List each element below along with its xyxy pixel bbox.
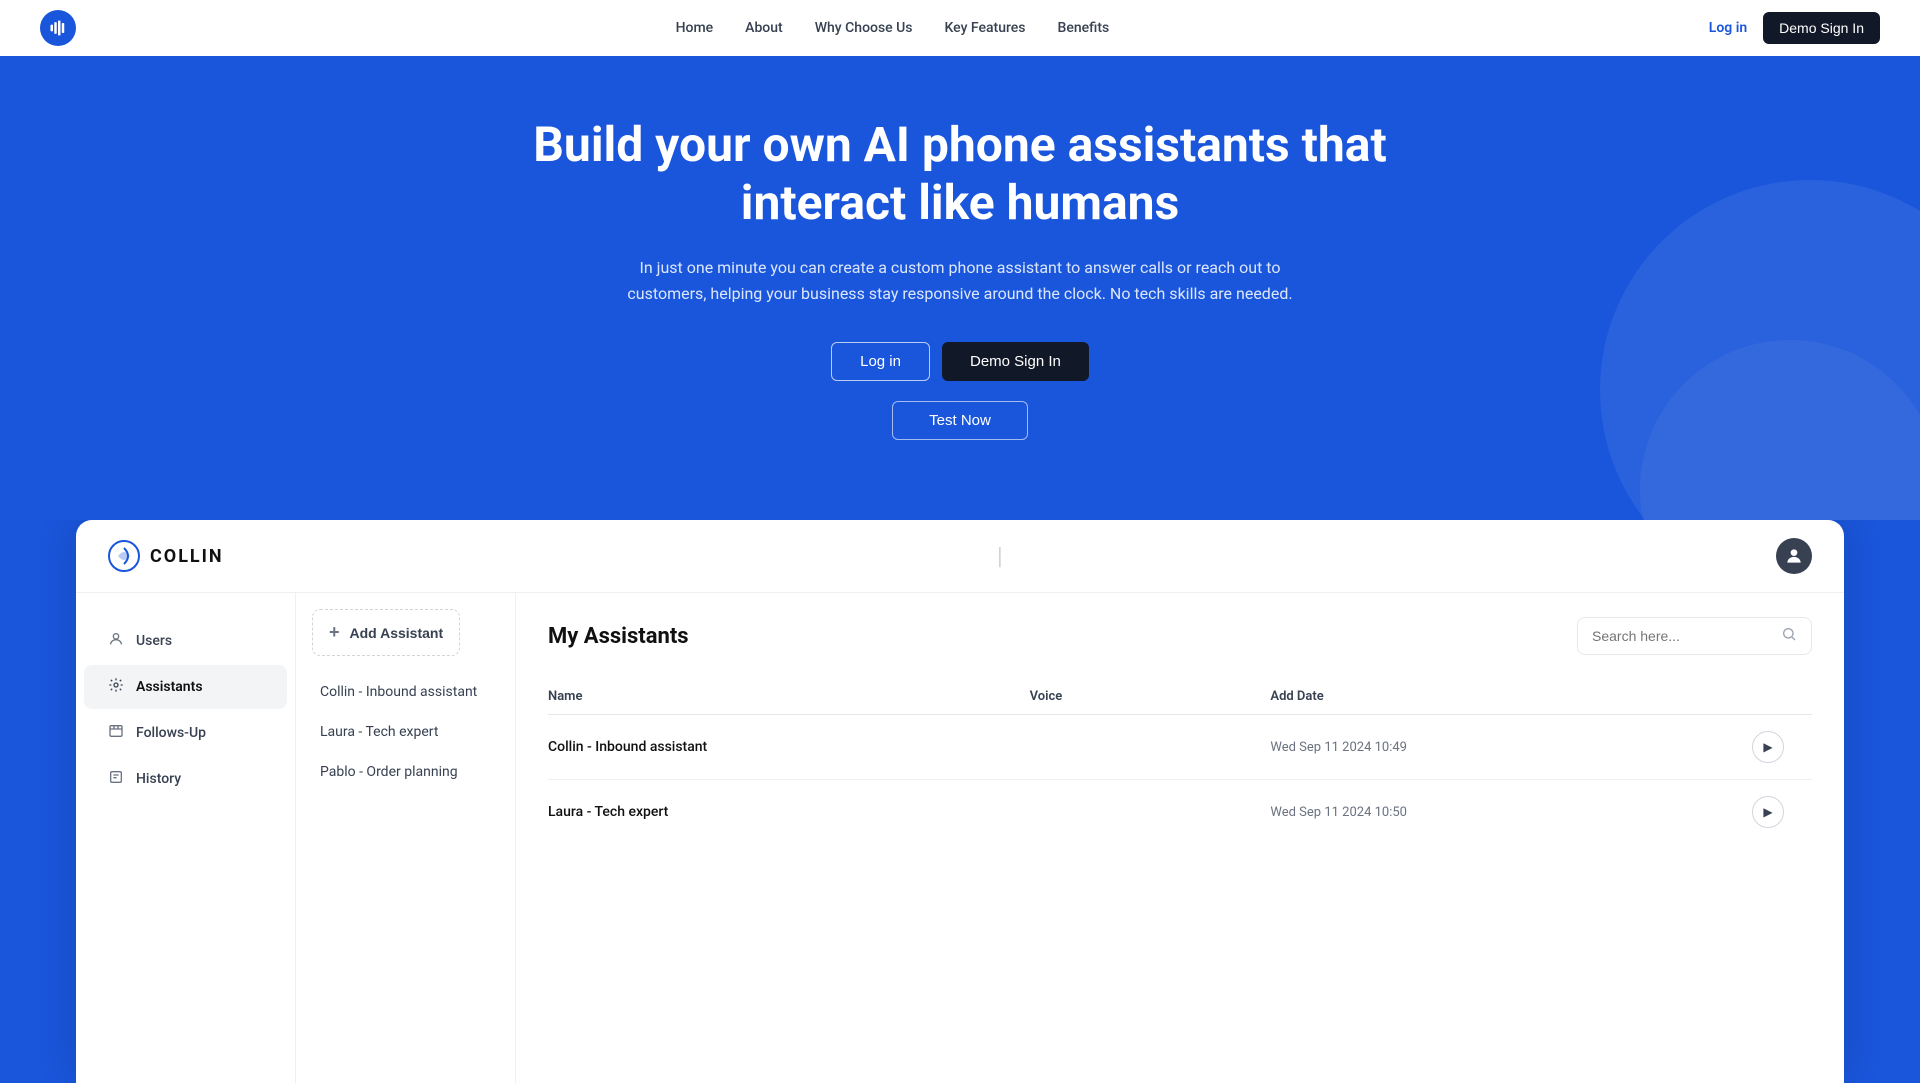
list-item[interactable]: Pablo - Order planning — [296, 752, 515, 792]
navbar: Home About Why Choose Us Key Features Be… — [0, 0, 1920, 56]
app-logo: COLLIN — [108, 540, 224, 572]
sidebar-assistants-label: Assistants — [136, 679, 203, 695]
list-item[interactable]: Laura - Tech expert — [296, 712, 515, 752]
sidebar-history-label: History — [136, 771, 181, 787]
hero-circle-decoration — [1600, 180, 1920, 520]
hero-subtext: In just one minute you can create a cust… — [610, 255, 1310, 306]
hero-circle2-decoration — [1640, 340, 1920, 520]
plus-icon: + — [329, 622, 340, 643]
sidebar-users-label: Users — [136, 633, 172, 649]
hero-demo-button[interactable]: Demo Sign In — [942, 342, 1089, 381]
assistant-list-panel: + Add Assistant Collin - Inbound assista… — [296, 593, 516, 1083]
hero-headline: Build your own AI phone assistants that … — [510, 116, 1410, 231]
app-mockup: COLLIN | Users — [76, 520, 1844, 1083]
sidebar-item-users[interactable]: Users — [84, 619, 287, 663]
hero-test-button[interactable]: Test Now — [892, 401, 1028, 440]
row-name: Laura - Tech expert — [548, 804, 1030, 820]
nav-about[interactable]: About — [745, 20, 783, 36]
nav-links: Home About Why Choose Us Key Features Be… — [676, 20, 1110, 36]
play-icon — [1763, 740, 1772, 754]
table-row: Collin - Inbound assistant Wed Sep 11 20… — [548, 715, 1812, 780]
app-logo-icon — [108, 540, 140, 572]
add-assistant-button[interactable]: + Add Assistant — [312, 609, 460, 656]
row-date: Wed Sep 11 2024 10:49 — [1270, 740, 1752, 755]
hero-section: Build your own AI phone assistants that … — [0, 56, 1920, 520]
nav-features[interactable]: Key Features — [945, 20, 1026, 36]
main-content: My Assistants Name Voice Add Date — [516, 593, 1844, 1083]
col-date: Add Date — [1270, 689, 1752, 704]
app-header-divider: | — [997, 542, 1003, 570]
assistants-icon — [108, 677, 124, 697]
table-header: Name Voice Add Date — [548, 679, 1812, 715]
sidebar-item-history[interactable]: History — [84, 757, 287, 801]
nav-demo-button[interactable]: Demo Sign In — [1763, 12, 1880, 44]
app-body: Users Assistants Follows-Up — [76, 593, 1844, 1083]
col-voice: Voice — [1030, 689, 1271, 704]
nav-home[interactable]: Home — [676, 20, 714, 36]
nav-login-link[interactable]: Log in — [1709, 20, 1747, 36]
followsup-icon — [108, 723, 124, 743]
play-button[interactable] — [1752, 796, 1784, 828]
history-icon — [108, 769, 124, 789]
search-icon — [1781, 626, 1797, 646]
app-header: COLLIN | — [76, 520, 1844, 593]
main-title: My Assistants — [548, 624, 689, 649]
sidebar-item-assistants[interactable]: Assistants — [84, 665, 287, 709]
nav-actions: Log in Demo Sign In — [1709, 12, 1880, 44]
sidebar-followsup-label: Follows-Up — [136, 725, 206, 741]
list-item[interactable]: Collin - Inbound assistant — [296, 672, 515, 712]
add-assistant-label: Add Assistant — [350, 625, 444, 641]
col-action — [1752, 689, 1812, 704]
nav-benefits[interactable]: Benefits — [1058, 20, 1110, 36]
hero-login-button[interactable]: Log in — [831, 342, 930, 381]
table-row: Laura - Tech expert Wed Sep 11 2024 10:5… — [548, 780, 1812, 844]
hero-primary-buttons: Log in Demo Sign In — [831, 342, 1089, 381]
nav-logo — [40, 10, 76, 46]
play-button[interactable] — [1752, 731, 1784, 763]
nav-why[interactable]: Why Choose Us — [815, 20, 913, 36]
logo-icon — [40, 10, 76, 46]
sidebar-item-followsup[interactable]: Follows-Up — [84, 711, 287, 755]
users-icon — [108, 631, 124, 651]
user-avatar[interactable] — [1776, 538, 1812, 574]
col-name: Name — [548, 689, 1030, 704]
app-logo-text: COLLIN — [150, 546, 224, 567]
row-name: Collin - Inbound assistant — [548, 739, 1030, 755]
search-input[interactable] — [1592, 628, 1773, 644]
row-date: Wed Sep 11 2024 10:50 — [1270, 805, 1752, 820]
play-icon — [1763, 805, 1772, 819]
main-header: My Assistants — [548, 617, 1812, 655]
sidebar: Users Assistants Follows-Up — [76, 593, 296, 1083]
search-box — [1577, 617, 1812, 655]
